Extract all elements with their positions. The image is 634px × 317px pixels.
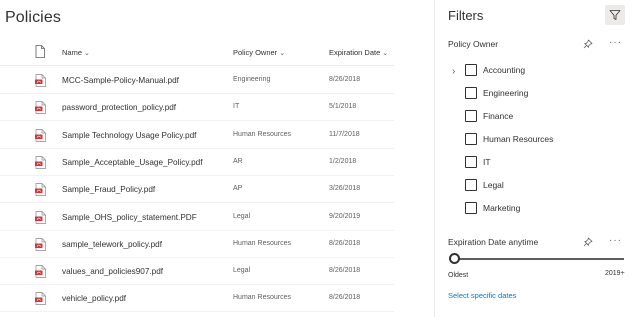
filter-option-label: IT bbox=[483, 157, 491, 167]
file-policy-owner: AR bbox=[233, 157, 243, 165]
file-row[interactable]: Sample_OHS_policy_statement.PDF Legal 9/20… bbox=[0, 204, 394, 231]
file-row[interactable]: values_and_policies907.pdf Legal 8/26/2018 bbox=[0, 258, 394, 286]
pin-icon[interactable] bbox=[583, 39, 593, 49]
pdf-file-icon bbox=[35, 210, 46, 224]
filter-option-label: Human Resources bbox=[483, 134, 554, 144]
file-row[interactable]: Sample_Acceptable_Usage_Policy.pdf AR 1/2/… bbox=[0, 149, 394, 176]
checkbox[interactable] bbox=[465, 202, 477, 214]
file-name-link[interactable]: values_and_policies907.pdf bbox=[62, 267, 163, 276]
pdf-file-icon bbox=[35, 101, 46, 115]
slider-max-label: 2019+ bbox=[605, 270, 625, 277]
filter-option-label: Finance bbox=[483, 111, 514, 121]
column-header-owner[interactable]: Policy Owner ⌄ bbox=[233, 48, 285, 57]
app-root: Policies Name ⌄ Policy Owner ⌄ Expiration … bbox=[0, 0, 634, 317]
filter-option-accounting[interactable]: Accounting bbox=[465, 63, 625, 79]
pdf-file-icon bbox=[35, 265, 46, 278]
pdf-file-icon bbox=[35, 74, 46, 87]
column-header-expiration-label: Expiration Date bbox=[329, 48, 381, 57]
expiration-slider-track[interactable] bbox=[456, 258, 624, 260]
file-expiration-date: 8/26/2018 bbox=[329, 267, 361, 275]
chevron-down-icon: ⌄ bbox=[84, 50, 90, 57]
file-expiration-date: 11/7/2018 bbox=[329, 130, 360, 138]
more-icon[interactable]: ··· bbox=[609, 236, 622, 246]
expiration-slider-handle[interactable] bbox=[449, 253, 460, 264]
file-expiration-date: 1/2/2018 bbox=[329, 157, 357, 165]
file-name-link[interactable]: password_protection_policy.pdf bbox=[62, 103, 176, 112]
file-row[interactable]: password_protection_policy.pdf IT 5/1/2018 bbox=[0, 94, 394, 122]
column-header-expiration[interactable]: Expiration Date ⌄ bbox=[329, 48, 388, 57]
checkbox[interactable] bbox=[465, 64, 477, 76]
filter-button[interactable] bbox=[605, 5, 625, 25]
pdf-file-icon bbox=[35, 237, 46, 251]
expiration-label: Expiration Date anytime bbox=[448, 237, 539, 247]
select-specific-dates-link[interactable]: Select specific dates bbox=[448, 291, 516, 300]
filters-title: Filters bbox=[448, 8, 484, 23]
column-header-row: Name ⌄ Policy Owner ⌄ Expiration Date ⌄ bbox=[0, 40, 394, 66]
file-name-link[interactable]: Sample_Fraud_Policy.pdf bbox=[62, 185, 155, 194]
file-expiration-date: 8/26/2018 bbox=[329, 239, 361, 247]
filter-option-label: Legal bbox=[483, 180, 504, 190]
checkbox[interactable] bbox=[465, 87, 477, 99]
chevron-down-icon: ⌄ bbox=[382, 50, 389, 57]
pdf-file-icon bbox=[35, 156, 46, 169]
file-name-link[interactable]: vehicle_policy.pdf bbox=[62, 294, 126, 303]
checkbox[interactable] bbox=[465, 156, 477, 168]
file-expiration-date: 8/26/2018 bbox=[329, 294, 361, 302]
filter-option-engineering[interactable]: Engineering bbox=[465, 86, 625, 102]
filter-option-finance[interactable]: Finance bbox=[465, 109, 625, 125]
file-expiration-date: 5/1/2018 bbox=[329, 103, 357, 111]
file-expiration-date: 3/26/2018 bbox=[329, 185, 361, 193]
file-policy-owner: Human Resources bbox=[233, 130, 291, 138]
chevron-down-icon: ⌄ bbox=[279, 50, 286, 57]
slider-min-label: Oldest bbox=[448, 272, 469, 279]
file-policy-owner: Engineering bbox=[233, 76, 271, 83]
chevron-right-icon[interactable]: › bbox=[452, 66, 455, 77]
filter-option-label: Engineering bbox=[483, 88, 529, 98]
file-row[interactable]: sample_telework_policy.pdf Human Resource… bbox=[0, 231, 394, 258]
file-row[interactable]: Sample_Fraud_Policy.pdf AP 3/26/2018 bbox=[0, 176, 394, 204]
file-row[interactable]: vehicle_policy.pdf Human Resources 8/26/20… bbox=[0, 285, 394, 313]
file-expiration-date: 8/26/2018 bbox=[329, 76, 361, 83]
file-row[interactable]: MCC-Sample-Policy-Manual.pdf Engineering 8… bbox=[0, 67, 394, 94]
checkbox[interactable] bbox=[465, 179, 477, 191]
file-name-link[interactable]: sample_telework_policy.pdf bbox=[62, 240, 162, 249]
file-expiration-date: 9/20/2019 bbox=[329, 212, 361, 220]
filter-option-label: Accounting bbox=[483, 65, 526, 75]
file-policy-owner: Legal bbox=[233, 267, 251, 275]
pdf-file-icon bbox=[35, 292, 46, 306]
file-row[interactable]: Sample Technology Usage Policy.pdf Human … bbox=[0, 122, 394, 149]
file-policy-owner: AP bbox=[233, 185, 243, 193]
page-title: Policies bbox=[5, 9, 61, 26]
file-policy-owner: Human Resources bbox=[233, 294, 291, 302]
filters-pane: Filters Policy Owner ··· › Accounting Eng… bbox=[434, 0, 634, 317]
pdf-file-icon bbox=[35, 128, 46, 142]
policy-owner-label: Policy Owner bbox=[448, 39, 499, 49]
file-policy-owner: IT bbox=[233, 103, 240, 111]
column-header-owner-label: Policy Owner bbox=[233, 48, 278, 57]
file-name-link[interactable]: Sample_Acceptable_Usage_Policy.pdf bbox=[62, 158, 203, 167]
filter-option-label: Marketing bbox=[483, 203, 521, 213]
filter-option-marketing[interactable]: Marketing bbox=[465, 201, 625, 217]
column-header-name[interactable]: Name ⌄ bbox=[62, 48, 90, 57]
pdf-file-icon bbox=[35, 183, 46, 197]
filter-icon bbox=[609, 10, 621, 20]
checkbox[interactable] bbox=[465, 110, 477, 122]
filter-option-legal[interactable]: Legal bbox=[465, 178, 625, 194]
filter-option-human-resources[interactable]: Human Resources bbox=[465, 132, 625, 148]
more-icon[interactable]: ··· bbox=[609, 38, 622, 48]
document-icon[interactable] bbox=[35, 45, 45, 58]
file-policy-owner: Legal bbox=[233, 212, 251, 220]
column-header-name-label: Name bbox=[62, 48, 83, 57]
file-name-link[interactable]: Sample_OHS_policy_statement.PDF bbox=[62, 213, 197, 222]
file-policy-owner: Human Resources bbox=[233, 239, 291, 247]
document-library: Policies Name ⌄ Policy Owner ⌄ Expiration … bbox=[0, 0, 394, 317]
checkbox[interactable] bbox=[465, 133, 477, 145]
filter-option-it[interactable]: IT bbox=[465, 155, 625, 171]
file-name-link[interactable]: Sample Technology Usage Policy.pdf bbox=[62, 131, 196, 140]
file-name-link[interactable]: MCC-Sample-Policy-Manual.pdf bbox=[62, 76, 179, 85]
pin-icon[interactable] bbox=[583, 237, 593, 247]
